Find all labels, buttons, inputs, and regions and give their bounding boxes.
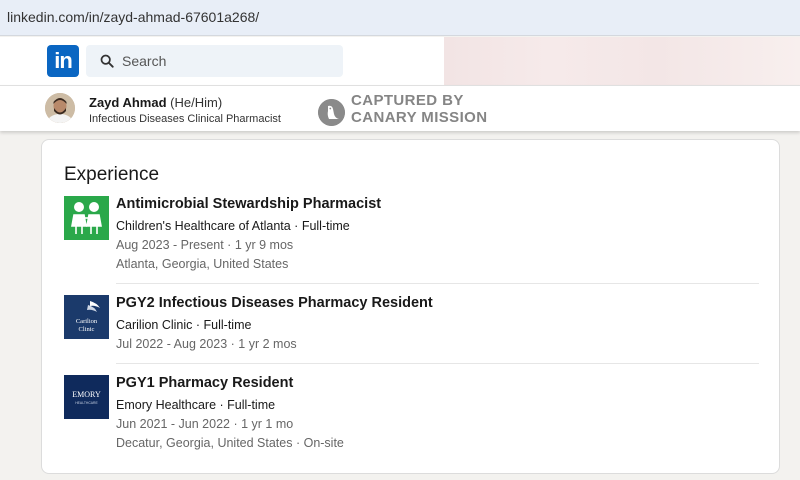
job-title[interactable]: PGY1 Pharmacy Resident	[116, 375, 293, 391]
emory-healthcare-logo-icon[interactable]: EMORY HEALTHCARE	[64, 375, 109, 419]
top-navigation: in	[0, 37, 800, 85]
profile-headline: Infectious Diseases Clinical Pharmacist	[89, 113, 281, 125]
job-company: Emory Healthcare · Full-time	[116, 398, 276, 412]
watermark-line-1: CAPTURED BY	[351, 92, 464, 109]
canary-bird-icon	[318, 99, 345, 126]
avatar[interactable]	[45, 93, 75, 123]
divider	[116, 363, 759, 364]
emory-logo-line-2: HEALTHCARE	[75, 401, 98, 405]
job-title[interactable]: Antimicrobial Stewardship Pharmacist	[116, 196, 381, 212]
job-title[interactable]: PGY2 Infectious Diseases Pharmacy Reside…	[116, 295, 433, 311]
linkedin-logo-icon[interactable]: in	[47, 45, 79, 77]
job-location: Atlanta, Georgia, United States	[116, 257, 289, 271]
childrens-healthcare-logo-icon[interactable]	[64, 196, 109, 240]
experience-item: EMORY HEALTHCARE PGY1 Pharmacy Resident …	[64, 375, 759, 455]
experience-heading: Experience	[64, 164, 160, 185]
job-dates: Jun 2021 - Jun 2022 · 1 yr 1 mo	[116, 417, 294, 431]
experience-item: Carilion Clinic PGY2 Infectious Diseases…	[64, 295, 759, 364]
job-dates: Aug 2023 - Present · 1 yr 9 mos	[116, 238, 294, 252]
watermark-line-2: CANARY MISSION	[351, 109, 488, 126]
experience-card: Experience Antimicrobial Stewardship Pha…	[41, 139, 780, 474]
carilion-logo-line-2: Clinic	[79, 326, 95, 333]
search-icon	[100, 54, 114, 68]
job-dates: Jul 2022 - Aug 2023 · 1 yr 2 mos	[116, 337, 297, 351]
job-location: Decatur, Georgia, United States · On-sit…	[116, 436, 344, 450]
carilion-clinic-logo-icon[interactable]: Carilion Clinic	[64, 295, 109, 339]
profile-pronouns: (He/Him)	[170, 95, 223, 110]
watermark-text: CAPTURED BY CANARY MISSION	[351, 92, 511, 126]
experience-item: Antimicrobial Stewardship Pharmacist Chi…	[64, 196, 759, 284]
search-box[interactable]	[86, 45, 343, 77]
divider	[116, 283, 759, 284]
profile-name-line: Zayd Ahmad (He/Him)	[89, 95, 222, 110]
blurred-nav-region	[444, 37, 800, 85]
job-company: Carilion Clinic · Full-time	[116, 318, 252, 332]
job-company: Children's Healthcare of Atlanta · Full-…	[116, 219, 350, 233]
url-text[interactable]: linkedin.com/in/zayd-ahmad-67601a268/	[7, 9, 259, 25]
profile-sticky-bar: Zayd Ahmad (He/Him) Infectious Diseases …	[0, 85, 800, 131]
search-input[interactable]	[122, 45, 332, 77]
emory-logo-line-1: EMORY	[72, 390, 101, 399]
carilion-logo-line-1: Carilion	[76, 318, 98, 325]
browser-url-bar[interactable]: linkedin.com/in/zayd-ahmad-67601a268/	[0, 0, 800, 36]
profile-name[interactable]: Zayd Ahmad	[89, 95, 167, 110]
